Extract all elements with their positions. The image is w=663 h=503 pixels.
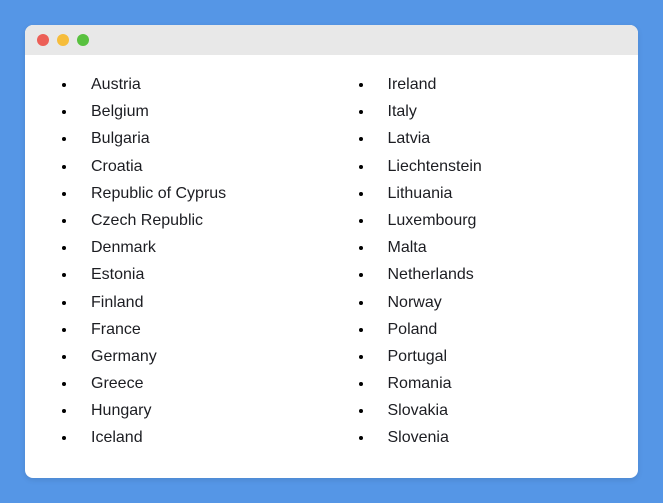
country-list: AustriaBelgiumBulgariaCroatiaRepublic of…	[55, 71, 638, 462]
list-item: Czech Republic	[77, 207, 312, 234]
window-titlebar	[25, 25, 638, 55]
list-item: Luxembourg	[374, 207, 609, 234]
minimize-icon[interactable]	[57, 34, 69, 46]
list-item: Norway	[374, 289, 609, 316]
close-icon[interactable]	[37, 34, 49, 46]
list-item: Finland	[77, 289, 312, 316]
list-item: Malta	[374, 234, 609, 261]
list-item: Slovenia	[374, 424, 609, 451]
zoom-icon[interactable]	[77, 34, 89, 46]
list-item: Latvia	[374, 125, 609, 152]
list-item: Poland	[374, 316, 609, 343]
list-item: Denmark	[77, 234, 312, 261]
list-item: Austria	[77, 71, 312, 98]
list-item: Liechtenstein	[374, 153, 609, 180]
list-item: Bulgaria	[77, 125, 312, 152]
app-window: AustriaBelgiumBulgariaCroatiaRepublic of…	[25, 25, 638, 478]
list-item: Iceland	[77, 424, 312, 451]
list-item: Italy	[374, 98, 609, 125]
list-item: Republic of Cyprus	[77, 180, 312, 207]
list-item: Greece	[77, 370, 312, 397]
list-item: France	[77, 316, 312, 343]
list-item: Netherlands	[374, 261, 609, 288]
list-item: Germany	[77, 343, 312, 370]
window-content: AustriaBelgiumBulgariaCroatiaRepublic of…	[25, 55, 638, 478]
list-item: Slovakia	[374, 397, 609, 424]
list-item: Croatia	[77, 153, 312, 180]
list-item: Romania	[374, 370, 609, 397]
country-columns: AustriaBelgiumBulgariaCroatiaRepublic of…	[55, 71, 608, 462]
list-item: Belgium	[77, 98, 312, 125]
list-item: Portugal	[374, 343, 609, 370]
list-item: Lithuania	[374, 180, 609, 207]
list-item: Ireland	[374, 71, 609, 98]
list-item: Hungary	[77, 397, 312, 424]
list-item: Estonia	[77, 261, 312, 288]
